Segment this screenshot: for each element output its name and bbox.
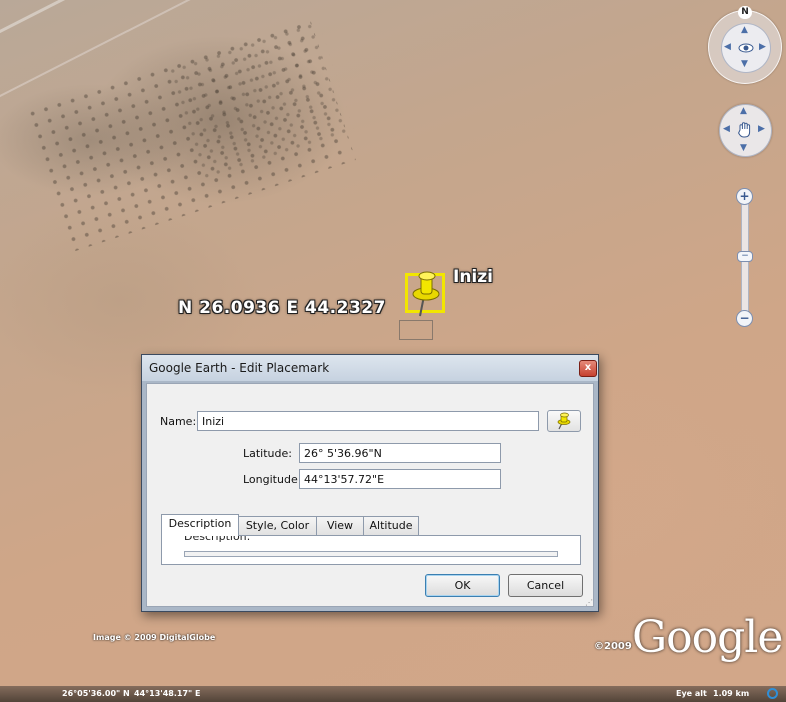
- placemark-target: [399, 320, 433, 340]
- eye-altitude-value: 1.09 km: [713, 689, 750, 698]
- streaming-indicator-icon: [767, 688, 778, 699]
- eye-icon: [738, 40, 754, 54]
- placemark-pin[interactable]: [405, 271, 445, 317]
- longitude-label: Longitude:: [243, 473, 302, 486]
- name-field[interactable]: Inizi: [197, 411, 539, 431]
- latitude-field[interactable]: 26° 5'36.96"N: [299, 443, 501, 463]
- ok-button[interactable]: OK: [425, 574, 500, 597]
- north-indicator[interactable]: N: [738, 6, 752, 19]
- arrow-down-icon[interactable]: ▼: [741, 59, 748, 69]
- description-label: Description:: [184, 535, 251, 543]
- dialog-titlebar[interactable]: Google Earth - Edit Placemark x: [142, 355, 598, 381]
- arrow-up-icon[interactable]: ▲: [740, 106, 747, 116]
- coordinate-label: N 26.0936 E 44.2327: [178, 298, 386, 318]
- eye-altitude-label: Eye alt: [676, 689, 707, 698]
- zoom-slider-handle[interactable]: −: [737, 251, 753, 262]
- zoom-in-button[interactable]: +: [736, 188, 753, 205]
- placemark-label: Inizi: [453, 267, 493, 287]
- placemark-icon-button[interactable]: [547, 410, 581, 432]
- dialog-title: Google Earth - Edit Placemark: [149, 361, 330, 375]
- edit-placemark-dialog: Google Earth - Edit Placemark x Name: In…: [141, 354, 599, 612]
- arrow-up-icon[interactable]: ▲: [741, 25, 748, 35]
- arrow-left-icon[interactable]: ◀: [724, 42, 731, 52]
- name-label: Name:: [160, 415, 197, 428]
- imagery-attribution: Image © 2009 DigitalGlobe: [93, 633, 216, 642]
- tab-altitude[interactable]: Altitude: [363, 516, 419, 535]
- hand-icon: [737, 121, 753, 139]
- tab-description[interactable]: Description: [161, 514, 239, 536]
- pointer-longitude: 44°13'48.17" E: [134, 689, 201, 698]
- latitude-label: Latitude:: [243, 447, 292, 460]
- close-button[interactable]: x: [579, 360, 597, 377]
- status-bar: 26°05'36.00" N 44°13'48.17" E Eye alt 1.…: [0, 686, 786, 702]
- arrow-right-icon[interactable]: ▶: [758, 124, 765, 134]
- pointer-latitude: 26°05'36.00" N: [62, 689, 130, 698]
- longitude-field[interactable]: 44°13'57.72"E: [299, 469, 501, 489]
- copyright-year: ©2009: [594, 641, 632, 652]
- look-around-control[interactable]: ▲ ▼ ◀ ▶: [708, 10, 782, 84]
- zoom-out-button[interactable]: −: [736, 310, 753, 327]
- cancel-button[interactable]: Cancel: [508, 574, 583, 597]
- description-panel: Description:: [161, 535, 581, 565]
- pushpin-icon: [557, 412, 571, 430]
- arrow-right-icon[interactable]: ▶: [759, 42, 766, 52]
- pushpin-icon: [412, 271, 440, 317]
- resize-grip-icon[interactable]: ⋰: [585, 598, 593, 607]
- dialog-body: Name: Inizi Latitude: 26° 5'36.96"N Long…: [146, 383, 594, 607]
- arrow-down-icon[interactable]: ▼: [740, 143, 747, 153]
- google-logo: Google: [632, 612, 783, 663]
- move-control[interactable]: ▲ ▼ ◀ ▶: [719, 104, 772, 157]
- tab-style-color[interactable]: Style, Color: [238, 516, 317, 535]
- tab-view[interactable]: View: [316, 516, 364, 535]
- arrow-left-icon[interactable]: ◀: [723, 124, 730, 134]
- description-scrollbar[interactable]: [184, 551, 558, 557]
- look-joystick[interactable]: ▲ ▼ ◀ ▶: [721, 23, 771, 73]
